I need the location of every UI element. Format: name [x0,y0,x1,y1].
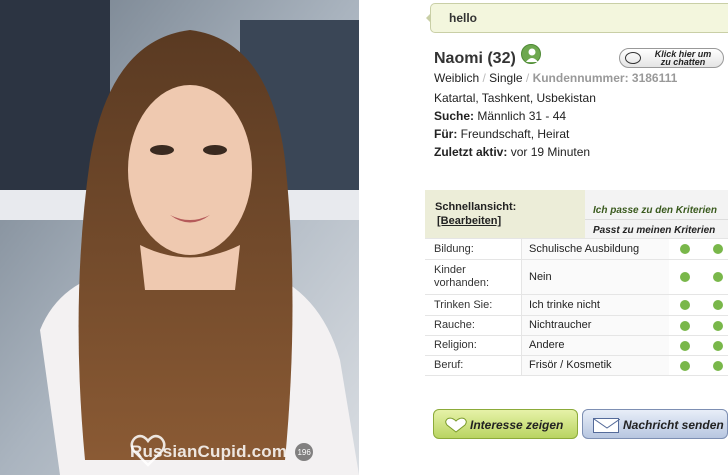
photo-count-badge: 196 [295,443,314,461]
quickview-edit-link[interactable]: [Bearbeiten] [437,215,501,227]
row-value: Nein [529,271,552,283]
table-row: Kinder vorhanden: Nein [425,259,728,294]
table-row: Trinken Sie: Ich trinke nicht [425,294,728,315]
match-dot-icon [713,272,723,282]
row-value: Schulische Ausbildung [529,243,640,255]
envelope-icon [593,418,621,433]
last-active-value: vor 19 Minuten [510,145,591,159]
match-dot-icon [713,244,723,254]
chat-bubble-icon [625,52,641,64]
row-value: Ich trinke nicht [529,299,600,311]
looking-for: Für: Freundschaft, Heirat [434,127,569,141]
heart-logo-icon [130,434,166,467]
send-message-button[interactable]: Nachricht senden [582,409,728,439]
match-dot-icon [713,321,723,331]
match-dot-icon [680,361,690,371]
row-label: Rauche: [434,319,475,331]
match-dot-icon [680,321,690,331]
search-label: Suche: [434,109,475,123]
profile-photo[interactable]: RussianCupid.com 196 [0,0,359,475]
profile-name: Naomi (32) [434,50,516,67]
row-label: Trinken Sie: [434,299,493,311]
search-criteria: Suche: Männlich 31 - 44 [434,109,566,123]
row-label: Beruf: [434,359,464,371]
gender: Weiblich [434,71,480,85]
row-value: Andere [529,339,565,351]
table-row: Religion: Andere [425,335,728,355]
photo-image [0,0,359,475]
match-dot-icon [713,341,723,351]
last-active-label: Zuletzt aktiv: [434,145,508,159]
row-value: Frisör / Kosmetik [529,359,612,371]
show-interest-button[interactable]: Interesse zeigen [433,409,578,439]
chat-button-label: Klick hier um zu chatten [654,49,712,67]
row-label: Religion: [434,339,477,351]
location: Katartal, Tashkent, Usbekistan [434,91,596,105]
last-active: Zuletzt aktiv: vor 19 Minuten [434,145,590,159]
row-value: Nichtraucher [529,319,592,331]
match-dot-icon [680,341,690,351]
table-row: Rauche: Nichtraucher [425,315,728,335]
chat-button[interactable]: Klick hier um zu chatten [619,48,724,68]
search-value: Männlich 31 - 44 [477,109,567,123]
show-interest-label: Interesse zeigen [470,418,564,432]
table-row: Bildung: Schulische Ausbildung [425,238,728,259]
match-dot-icon [713,300,723,310]
online-status-icon [521,44,541,64]
for-label: Für: [434,127,458,141]
quickview-table: Schnellansicht: [Bearbeiten] Ich passe z… [425,190,728,376]
criteria-header-matches-mine: Passt zu meinen Kriterien [593,225,716,236]
send-message-label: Nachricht senden [623,418,724,432]
for-value: Freundschaft, Heirat [460,127,570,141]
heart-icon [445,417,467,433]
match-dot-icon [713,361,723,371]
quickview-header: Schnellansicht: [Bearbeiten] Ich passe z… [425,190,728,238]
criteria-header-i-match: Ich passe zu den Kriterien [593,205,717,216]
member-number: Kundennummer: 3186111 [532,71,678,85]
message-text: hello [449,11,478,25]
watermark: RussianCupid.com 196 [130,434,314,470]
row-label: Bildung: [434,243,474,255]
quickview-title: Schnellansicht: [435,201,517,213]
match-dot-icon [680,300,690,310]
profile-basics: Weiblich / Single / Kundennummer: 318611… [434,71,678,85]
match-dot-icon [680,244,690,254]
row-label: Kinder vorhanden: [434,264,490,289]
match-dot-icon [680,272,690,282]
table-row: Beruf: Frisör / Kosmetik [425,355,728,376]
relationship-status: Single [489,71,523,85]
